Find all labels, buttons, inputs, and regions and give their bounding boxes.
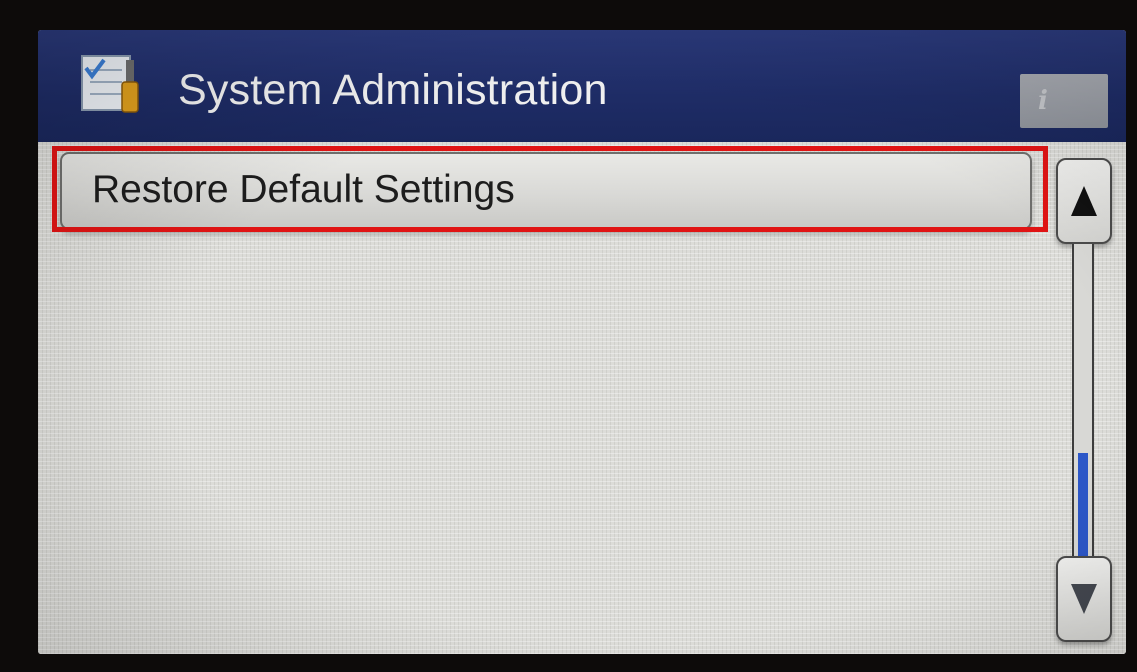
- scrollbar-thumb[interactable]: [1078, 453, 1088, 556]
- page-title: System Administration: [178, 66, 608, 114]
- printer-touchscreen: System Administration i Restore Default …: [38, 30, 1126, 654]
- arrow-down-icon: [1071, 584, 1097, 614]
- scroll-down-button[interactable]: [1056, 556, 1112, 642]
- scroll-up-button[interactable]: [1056, 158, 1112, 244]
- scrollbar-track[interactable]: [1072, 244, 1094, 556]
- info-button[interactable]: i: [1020, 74, 1108, 128]
- menu-list: Restore Default Settings: [38, 142, 1126, 654]
- menu-item-restore-default-settings[interactable]: Restore Default Settings: [60, 152, 1032, 230]
- title-bar: System Administration i: [38, 30, 1126, 142]
- menu-item-label: Restore Default Settings: [92, 168, 515, 211]
- arrow-up-icon: [1071, 186, 1097, 216]
- info-icon: i: [1038, 86, 1048, 116]
- system-admin-tools-icon: [80, 52, 152, 118]
